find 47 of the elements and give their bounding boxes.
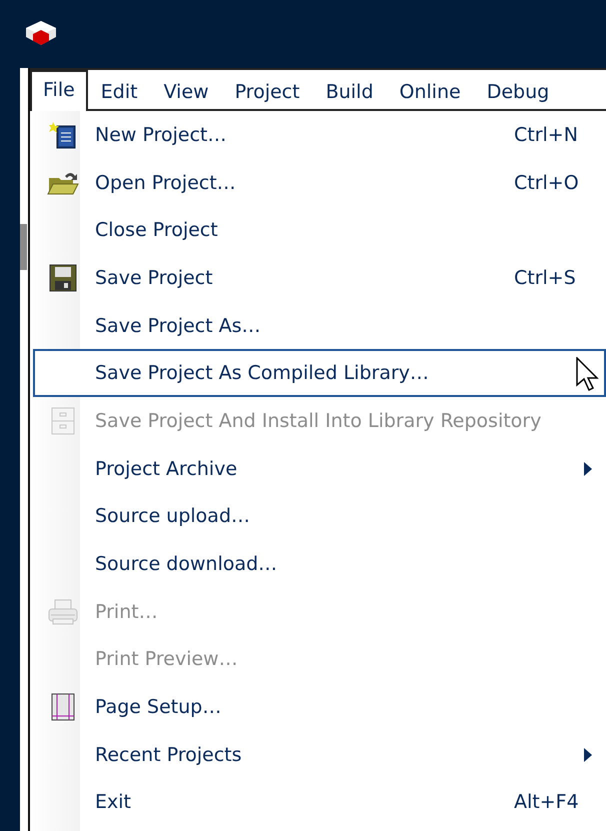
cube-logo-icon [24, 20, 58, 46]
menu-item-label: Page Setup… [94, 696, 222, 718]
menu-item-label: Open Project… [94, 172, 236, 194]
menu-item[interactable]: Save Project Ctrl+S [33, 254, 606, 302]
menu-item-label: Save Project [94, 266, 213, 289]
file-cabinet-icon [50, 406, 76, 436]
menu-item-label: Print… [94, 600, 158, 623]
menu-item-label: Recent Projects [94, 744, 242, 766]
menu-item-label: Save Project As Compiled Library… [94, 362, 429, 384]
shortcut-label: Ctrl+S [514, 266, 577, 289]
menu-bar-item[interactable]: Edit [88, 72, 151, 111]
menu-item[interactable]: Save Project As Compiled Library… [33, 349, 606, 398]
menu-item-label: New Project… [94, 124, 226, 146]
submenu-arrow-icon [584, 748, 592, 762]
shortcut-label: Ctrl+N [514, 124, 579, 146]
menu-item[interactable]: Open Project… Ctrl+O [33, 158, 606, 206]
menu-item[interactable]: Project Archive [33, 444, 606, 492]
menu-item[interactable]: Close Project [33, 206, 606, 254]
new-document-icon [48, 120, 78, 150]
menu-item-label: Project Archive [94, 458, 238, 480]
menu-item[interactable]: Source download… [33, 540, 606, 588]
menu-item-label: Source upload… [94, 505, 250, 528]
shortcut-label: Alt+F4 [514, 791, 580, 814]
menu-item[interactable]: Exit Alt+F4 [33, 778, 606, 826]
menu-item[interactable]: Recent Projects [33, 730, 606, 779]
page-setup-icon [50, 692, 76, 722]
menu-bar-item[interactable]: Online [386, 72, 474, 111]
scrollbar-thumb[interactable] [20, 224, 27, 270]
menu-item-label: Print Preview… [94, 648, 238, 670]
menu-bar-item[interactable]: File [30, 70, 88, 111]
submenu-arrow-icon [584, 462, 592, 476]
menu-bar-item[interactable]: Debug [474, 72, 562, 111]
shortcut-label: Ctrl+O [514, 172, 580, 194]
menu-item[interactable]: Save Project As… [33, 302, 606, 350]
menu-item[interactable]: Source upload… [33, 492, 606, 540]
menu-item-label: Save Project And Install Into Library Repository [94, 410, 542, 432]
menu-item[interactable]: Page Setup… [33, 683, 606, 731]
menu-bar-item[interactable]: Project [222, 72, 313, 111]
menu-item-label: Save Project As… [94, 314, 261, 337]
menu-bar-item[interactable]: Build [312, 72, 386, 111]
printer-icon [47, 598, 79, 626]
menu-bar-item[interactable]: View [150, 72, 222, 111]
mouse-pointer-icon [576, 357, 600, 393]
menu-item[interactable]: New Project… Ctrl+N [33, 111, 606, 159]
menu-item-label: Exit [94, 791, 131, 814]
menu-item-label: Source download… [94, 553, 278, 576]
menu-item-label: Close Project [94, 219, 218, 242]
